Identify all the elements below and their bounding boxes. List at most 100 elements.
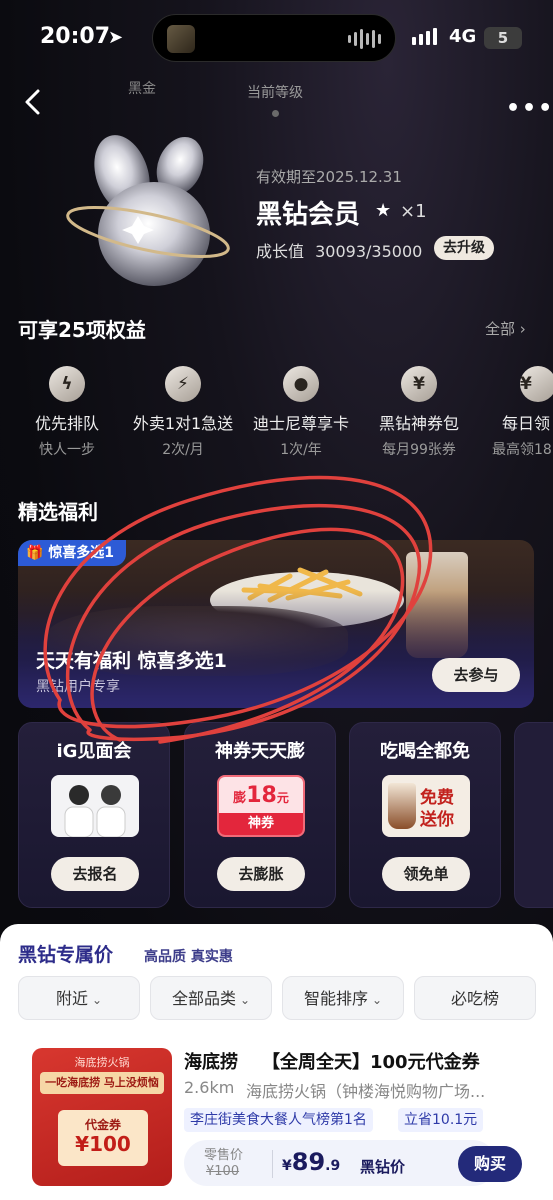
chevron-down-icon: ⌄: [91, 993, 103, 1007]
price-decimal: .9: [325, 1158, 341, 1174]
chevron-down-icon: ⌄: [371, 993, 383, 1007]
network-type: 4G: [449, 26, 477, 47]
deal-image-brand: 海底捞火锅: [74, 1056, 130, 1069]
benefit-sub: 最高领18: [492, 442, 552, 458]
card-next-peek[interactable]: [514, 722, 553, 908]
signal-icon: [412, 28, 437, 45]
drink-promo-image: 免费 送你: [382, 775, 470, 837]
price-divider: [272, 1150, 273, 1178]
benefit-item-coupon-pack[interactable]: ¥ 黑钻神券包 每月99张券: [364, 366, 474, 459]
coupon-unit: 元: [276, 791, 289, 805]
status-bar: 20:07 ➤ 4G 5: [0, 0, 553, 70]
benefit-sub: 2次/月: [162, 442, 204, 458]
growth-label: 成长值: [256, 242, 305, 261]
benefit-sub: 每月99张券: [382, 442, 456, 458]
retail-price: ¥100: [206, 1164, 240, 1179]
more-options-button[interactable]: •••: [506, 96, 553, 121]
growth-value: 30093/35000: [315, 242, 423, 261]
now-playing-thumbnail: [167, 25, 195, 53]
exclusive-subtitle: 高品质 真实惠: [144, 949, 233, 965]
card-title: iG见面会: [56, 741, 132, 762]
card-free-drinks[interactable]: 吃喝全都免 免费 送你 领免单: [349, 722, 501, 908]
upgrade-button[interactable]: 去升级: [434, 236, 494, 260]
benefit-sub: 1次/年: [280, 442, 322, 458]
calendar-yen-icon: ¥: [520, 366, 553, 402]
card-title: 吃喝全都免: [380, 741, 470, 762]
gift-text: 送你: [420, 810, 454, 830]
benefit-name: 迪士尼尊享卡: [252, 414, 349, 433]
boost-button[interactable]: 去膨胀: [217, 857, 305, 891]
money-bag-icon: ¥: [401, 366, 437, 402]
coupon-label: 神券: [219, 813, 303, 835]
voucher-value: ¥100: [75, 1132, 131, 1156]
cup-icon: [388, 783, 416, 829]
buy-button[interactable]: 购买: [458, 1146, 522, 1182]
benefit-item-disney-card[interactable]: ● 迪士尼尊享卡 1次/年: [246, 366, 356, 459]
member-price-label: 黑钻价: [360, 1158, 406, 1176]
lightning-icon: ϟ: [49, 366, 85, 402]
all-benefits-link[interactable]: 全部 ›: [485, 318, 526, 339]
benefit-name: 每日领: [502, 414, 551, 433]
level-multiplier: ×1: [400, 201, 427, 222]
filter-label: 附近: [55, 989, 88, 1008]
featured-title: 精选福利: [18, 500, 98, 524]
card-ig-meetup[interactable]: iG见面会 去报名: [18, 722, 170, 908]
filter-must-eat[interactable]: 必吃榜: [414, 976, 536, 1020]
exclusive-price-panel: 黑钻专属价 高品质 真实惠 附近 ⌄ 全部品类 ⌄ 智能排序 ⌄ 必吃榜 海底捞火锅 …: [0, 924, 553, 1200]
delivery-bike-icon: ⚡: [165, 366, 201, 402]
all-benefits-label: 全部: [485, 320, 516, 338]
filter-nearby[interactable]: 附近 ⌄: [18, 976, 140, 1020]
star-icon: ★: [375, 200, 392, 221]
valid-until: 有效期至2025.12.31: [256, 168, 402, 186]
location-arrow-icon: ➤: [108, 27, 124, 48]
member-price: ¥89.9: [282, 1148, 340, 1176]
filter-label: 全部品类: [171, 989, 236, 1008]
back-button[interactable]: [20, 86, 48, 118]
chevron-right-icon: ›: [519, 320, 526, 338]
claim-free-button[interactable]: 领免单: [382, 857, 470, 891]
players-photo: [51, 775, 139, 838]
app-screen: 20:07 ➤ 4G 5 ••• 黑金 当前等级 有效期至2025.12.31 …: [0, 0, 553, 1200]
deal-shop-name[interactable]: 海底捞: [184, 1048, 238, 1074]
deal-title[interactable]: 【全周全天】100元代金券: [262, 1048, 480, 1074]
chevron-down-icon: ⌄: [239, 993, 251, 1007]
battery-indicator: 5: [484, 27, 522, 49]
benefit-item-express-delivery[interactable]: ⚡ 外卖1对1急送 2次/月: [128, 366, 238, 459]
tab-current-level[interactable]: 当前等级: [247, 82, 303, 102]
benefit-sub: 快人一步: [39, 442, 95, 458]
benefit-name: 黑钻神券包: [378, 414, 459, 433]
card-title: 神券天天膨: [215, 741, 305, 762]
filter-sort[interactable]: 智能排序 ⌄: [282, 976, 404, 1020]
filter-label: 必吃榜: [450, 989, 499, 1008]
price-integer: 89: [291, 1148, 326, 1176]
coupon-value: 18: [246, 783, 277, 808]
retail-price-label: 零售价: [204, 1148, 244, 1163]
level-name: 黑钻会员: [256, 200, 361, 230]
featured-banner[interactable]: 🎁 惊喜多选1 天天有福利 惊喜多选1 黑钻用户专享 去参与: [18, 540, 534, 708]
benefit-item-daily-claim[interactable]: ¥ 每日领 最高领18: [482, 366, 553, 459]
dynamic-island[interactable]: [152, 14, 396, 62]
savings-tag: 立省10.1元: [398, 1108, 484, 1132]
audio-wave-icon: [348, 29, 381, 49]
banner-tag-label: 惊喜多选1: [48, 545, 115, 561]
mickey-icon: ●: [283, 366, 319, 402]
voucher-label: 代金券: [84, 1118, 121, 1132]
join-button[interactable]: 去参与: [432, 658, 520, 692]
exclusive-title: 黑钻专属价: [18, 944, 114, 966]
filter-category[interactable]: 全部品类 ⌄: [150, 976, 272, 1020]
benefits-title: 可享25项权益: [18, 318, 146, 342]
benefit-name: 外卖1对1急送: [132, 414, 234, 433]
current-level-indicator: [272, 110, 279, 117]
voucher-ticket-image: 代金券 ¥100: [58, 1110, 148, 1166]
growth-value-row: 成长值 30093/35000: [256, 238, 422, 262]
benefit-name: 优先排队: [34, 414, 99, 433]
register-button[interactable]: 去报名: [51, 857, 139, 891]
gift-icon: 🎁: [26, 545, 44, 561]
banner-subtitle: 黑钻用户专享: [36, 679, 120, 695]
deal-image[interactable]: 海底捞火锅 一吃海底捞 马上没烦恼 代金券 ¥100: [32, 1048, 172, 1186]
tab-black-gold[interactable]: 黑金: [128, 78, 156, 98]
benefit-item-priority-queue[interactable]: ϟ 优先排队 快人一步: [12, 366, 122, 459]
card-coupon-boost[interactable]: 神券天天膨 膨18元 神券 去膨胀: [184, 722, 336, 908]
filter-label: 智能排序: [303, 989, 368, 1008]
deal-distance: 2.6km: [184, 1078, 235, 1097]
